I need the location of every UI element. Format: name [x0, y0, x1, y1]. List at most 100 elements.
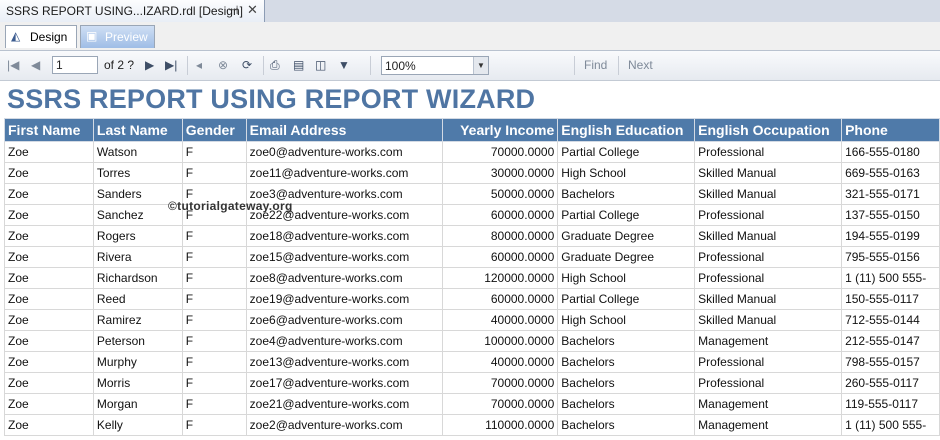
report-mode-tabs: ◭ Design ▣ Preview: [0, 22, 940, 51]
table-cell: 137-555-0150: [841, 204, 940, 226]
table-cell: Zoe: [4, 393, 94, 415]
previous-page-icon[interactable]: ◀: [31, 57, 40, 73]
report-title: SSRS REPORT USING REPORT WIZARD: [7, 84, 536, 114]
page-number-input[interactable]: 1: [52, 56, 98, 74]
table-cell: zoe21@adventure-works.com: [245, 393, 444, 415]
table-row: Zoe Ramirez Fzoe6@adventure-works.com 40000…: [4, 309, 940, 331]
report-toolbar: |◀ ◀ 1 of 2 ? ▶ ▶| ◂ ⊗ ⟳ ⎙ ▤ ◫ ▼ 100% ▼ …: [0, 51, 940, 81]
zoom-value: 100%: [385, 59, 416, 73]
column-header: Gender: [181, 118, 247, 142]
find-button[interactable]: Find: [584, 58, 607, 72]
table-cell: Management: [694, 414, 843, 436]
table-cell: Zoe: [4, 162, 94, 184]
table-cell: High School: [557, 162, 696, 184]
close-icon[interactable]: ✕: [247, 2, 258, 18]
table-cell: Zoe: [4, 288, 94, 310]
pin-icon[interactable]: ⊣: [228, 3, 238, 17]
table-cell: Peterson: [92, 330, 183, 352]
table-cell: 798-555-0157: [841, 351, 940, 373]
table-cell: Bachelors: [557, 414, 696, 436]
print-icon[interactable]: ⎙: [270, 57, 280, 73]
table-cell: Zoe: [4, 183, 94, 205]
find-next-button[interactable]: Next: [628, 58, 653, 72]
column-header: English Occupation: [694, 118, 843, 142]
tab-preview-label: Preview: [105, 30, 148, 44]
table-cell: Bachelors: [557, 330, 696, 352]
zoom-select[interactable]: 100% ▼: [381, 56, 489, 75]
table-cell: 40000.0000: [442, 309, 559, 331]
table-cell: Murphy: [92, 351, 183, 373]
column-header: First Name: [4, 118, 94, 142]
table-row: Zoe Sanchez Fzoe22@adventure-works.com 6000…: [4, 204, 940, 226]
table-cell: Zoe: [4, 267, 94, 289]
stop-icon[interactable]: ⊗: [218, 57, 228, 73]
document-tab[interactable]: SSRS REPORT USING...IZARD.rdl [Design] ⊣…: [0, 0, 265, 22]
document-tab-bar: SSRS REPORT USING...IZARD.rdl [Design] ⊣…: [0, 0, 940, 23]
table-cell: 70000.0000: [442, 141, 559, 163]
table-row: Zoe Morris Fzoe17@adventure-works.com 70000…: [4, 372, 940, 394]
tab-design[interactable]: ◭ Design: [5, 25, 77, 48]
column-header: Email Address: [245, 118, 444, 142]
table-cell: F: [181, 393, 247, 415]
last-page-icon[interactable]: ▶|: [165, 57, 177, 73]
print-layout-icon[interactable]: ▤: [293, 57, 304, 73]
next-page-icon[interactable]: ▶: [145, 57, 154, 73]
table-cell: 100000.0000: [442, 330, 559, 352]
table-row: Zoe Peterson Fzoe4@adventure-works.com 1000…: [4, 330, 940, 352]
table-cell: High School: [557, 267, 696, 289]
chevron-down-icon[interactable]: ▼: [473, 57, 488, 74]
table-cell: Zoe: [4, 141, 94, 163]
export-icon[interactable]: ▼: [338, 57, 350, 73]
table-cell: 795-555-0156: [841, 246, 940, 268]
table-cell: 30000.0000: [442, 162, 559, 184]
table-cell: Kelly: [92, 414, 183, 436]
table-cell: Bachelors: [557, 393, 696, 415]
table-header-row: First Name Last Name Gender Email Address Ye…: [4, 118, 940, 142]
first-page-icon[interactable]: |◀: [7, 57, 19, 73]
toolbar-separator: [263, 56, 264, 75]
table-cell: Professional: [694, 141, 843, 163]
tab-design-label: Design: [30, 30, 68, 44]
table-cell: High School: [557, 309, 696, 331]
table-cell: 120000.0000: [442, 267, 559, 289]
table-cell: 60000.0000: [442, 246, 559, 268]
table-cell: F: [181, 267, 247, 289]
table-cell: F: [181, 246, 247, 268]
table-cell: Skilled Manual: [694, 162, 843, 184]
table-cell: Zoe: [4, 246, 94, 268]
table-cell: 1 (11) 500 555-: [841, 414, 940, 436]
table-row: Zoe Reed Fzoe19@adventure-works.com 60000.0…: [4, 288, 940, 310]
table-row: Zoe Richardson Fzoe8@adventure-works.com 12…: [4, 267, 940, 289]
table-cell: Skilled Manual: [694, 225, 843, 247]
table-cell: Skilled Manual: [694, 288, 843, 310]
table-cell: Professional: [694, 372, 843, 394]
table-cell: 50000.0000: [442, 183, 559, 205]
table-cell: Rivera: [92, 246, 183, 268]
table-cell: Reed: [92, 288, 183, 310]
table-cell: 194-555-0199: [841, 225, 940, 247]
table-cell: zoe4@adventure-works.com: [245, 330, 444, 352]
refresh-icon[interactable]: ⟳: [242, 57, 252, 73]
table-cell: zoe8@adventure-works.com: [245, 267, 444, 289]
table-cell: Bachelors: [557, 372, 696, 394]
table-cell: 80000.0000: [442, 225, 559, 247]
table-cell: zoe13@adventure-works.com: [245, 351, 444, 373]
table-cell: Professional: [694, 204, 843, 226]
table-cell: Rogers: [92, 225, 183, 247]
table-cell: Ramirez: [92, 309, 183, 331]
table-cell: Torres: [92, 162, 183, 184]
table-cell: F: [181, 141, 247, 163]
table-cell: F: [181, 351, 247, 373]
page-setup-icon[interactable]: ◫: [315, 57, 326, 73]
column-header: Phone: [841, 118, 940, 142]
tab-preview[interactable]: ▣ Preview: [80, 25, 155, 48]
table-cell: F: [181, 162, 247, 184]
table-cell: F: [181, 309, 247, 331]
table-row: Zoe Watson Fzoe0@adventure-works.com 70000.…: [4, 141, 940, 163]
table-cell: Professional: [694, 267, 843, 289]
table-cell: F: [181, 225, 247, 247]
table-cell: Management: [694, 330, 843, 352]
back-icon[interactable]: ◂: [196, 57, 202, 73]
table-cell: 212-555-0147: [841, 330, 940, 352]
table-cell: F: [181, 288, 247, 310]
